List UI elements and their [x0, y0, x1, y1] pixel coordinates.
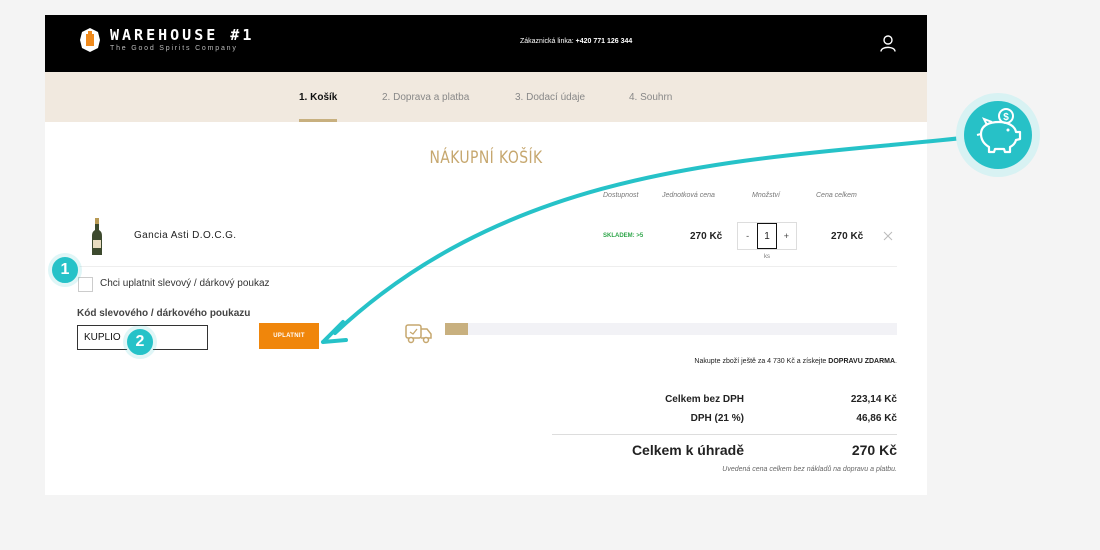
- step-summary[interactable]: 4. Souhrn: [629, 92, 672, 103]
- step-shipping-payment[interactable]: 2. Doprava a platba: [382, 92, 469, 103]
- piggy-bank-icon: $: [976, 108, 1022, 154]
- column-unit-price: Jednotková cena: [662, 192, 715, 199]
- top-bar: WAREHOUSE #1 The Good Spirits Company Zá…: [45, 15, 927, 72]
- shipping-note-text: Nakupte zboží ještě za 4 730 Kč a získej…: [694, 358, 829, 365]
- active-step-indicator: [299, 119, 337, 122]
- column-availability: Dostupnost: [603, 192, 639, 199]
- free-shipping-progress: [445, 323, 897, 335]
- shipping-note-end: .: [895, 358, 897, 365]
- step-marker-2: 2: [125, 327, 155, 357]
- page-title: NÁKUPNÍ KOŠÍK: [429, 148, 543, 168]
- unit-price: 270 Kč: [690, 231, 723, 242]
- brand-name: WAREHOUSE #1: [110, 25, 255, 44]
- qty-decrease-button[interactable]: -: [738, 223, 757, 249]
- subtotal-label: Celkem bez DPH: [665, 394, 744, 405]
- voucher-checkbox-label[interactable]: Chci uplatnit slevový / dárkový poukaz: [100, 278, 270, 289]
- column-quantity: Množství: [752, 192, 781, 199]
- qty-increase-button[interactable]: +: [777, 223, 796, 249]
- checkout-page: WAREHOUSE #1 The Good Spirits Company Zá…: [45, 15, 927, 495]
- apply-voucher-button[interactable]: UPLATNIT: [259, 323, 319, 349]
- piggy-bank-circle: $: [964, 101, 1032, 169]
- qty-input[interactable]: 1: [757, 223, 777, 249]
- step-delivery-details[interactable]: 3. Dodací údaje: [515, 92, 585, 103]
- step-cart[interactable]: 1. Košík: [299, 92, 337, 103]
- customer-hotline: Zákaznická linka: +420 771 126 344: [520, 38, 632, 45]
- shipping-note-bold: DOPRAVU ZDARMA: [828, 358, 896, 365]
- delivery-truck-icon: [405, 324, 432, 344]
- remove-item-icon[interactable]: [883, 231, 893, 241]
- quantity-stepper: - 1 +: [737, 222, 797, 250]
- subtotal-value: 223,14 Kč: [850, 394, 897, 405]
- row-total: 270 Kč: [831, 231, 864, 242]
- voucher-checkbox[interactable]: [78, 277, 93, 292]
- grand-total-value: 270 Kč: [851, 442, 897, 458]
- hotline-label: Zákaznická linka:: [520, 38, 574, 45]
- brand-logo[interactable]: WAREHOUSE #1 The Good Spirits Company: [78, 27, 254, 53]
- brand-tagline: The Good Spirits Company: [110, 44, 238, 52]
- vat-value: 46,86 Kč: [856, 413, 897, 424]
- row-divider: [75, 266, 897, 267]
- svg-text:$: $: [1003, 112, 1009, 123]
- checkout-steps: 1. Košík 2. Doprava a platba 3. Dodací ú…: [45, 72, 927, 122]
- hotline-number[interactable]: +420 771 126 344: [576, 38, 633, 45]
- free-shipping-progress-fill: [445, 323, 468, 335]
- free-shipping-note: Nakupte zboží ještě za 4 730 Kč a získej…: [445, 358, 897, 365]
- step-marker-1: 1: [50, 255, 80, 285]
- summary-divider: [552, 434, 897, 435]
- bottle-logo-icon: [80, 28, 100, 52]
- user-icon[interactable]: [880, 35, 896, 52]
- stock-status: SKLADEM: >5: [603, 233, 644, 239]
- column-total: Cena celkem: [816, 192, 857, 199]
- product-name[interactable]: Gancia Asti D.O.C.G.: [134, 230, 236, 241]
- grand-total-label: Celkem k úhradě: [631, 442, 744, 458]
- piggy-bank-badge: $: [956, 93, 1040, 177]
- product-bottle-image[interactable]: [90, 218, 104, 256]
- qty-unit: ks: [764, 254, 770, 260]
- voucher-code-label: Kód slevového / dárkového poukazu: [77, 308, 251, 319]
- price-footnote: Uvedená cena celkem bez nákladů na dopra…: [722, 466, 897, 473]
- vat-label: DPH (21 %): [690, 413, 744, 424]
